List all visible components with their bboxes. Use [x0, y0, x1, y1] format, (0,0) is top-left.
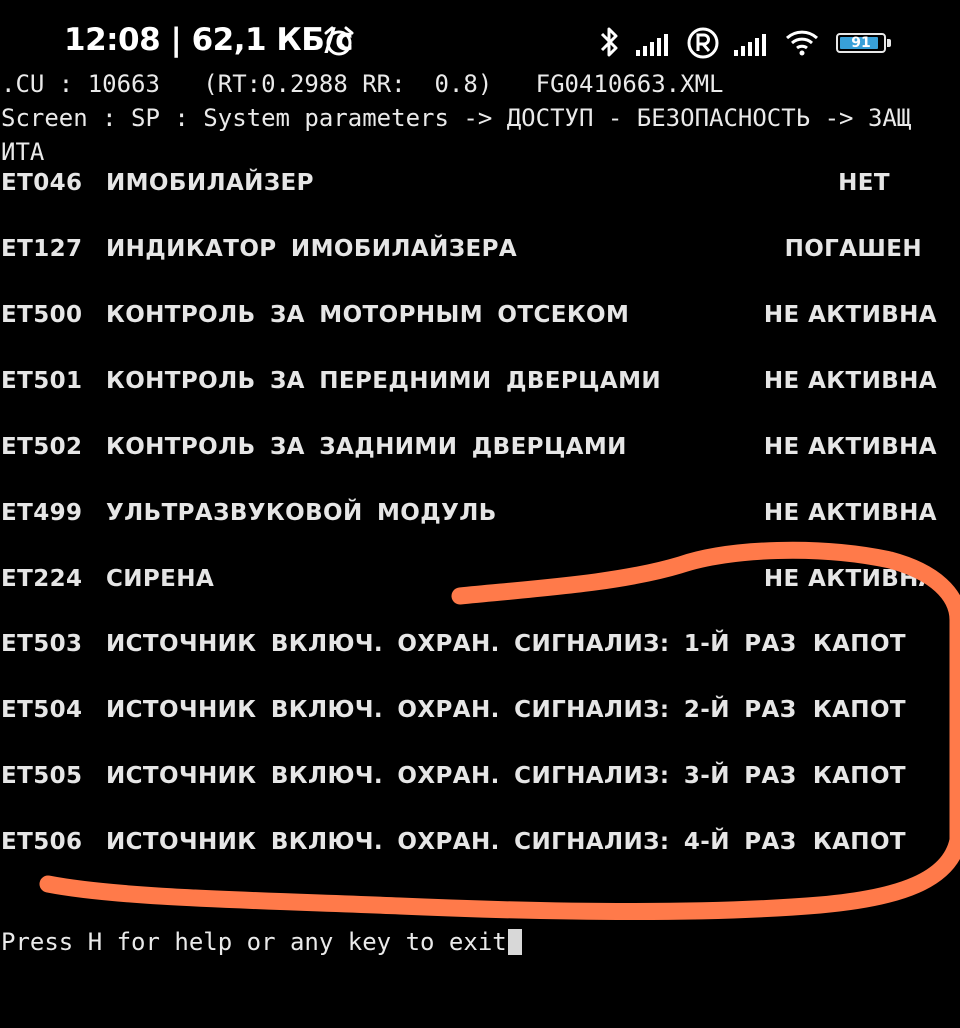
parameter-label: ИНДИКАТОР ИМОБИЛАЙЗЕРА [106, 236, 518, 262]
parameter-code: ET127 [1, 236, 83, 262]
parameter-value: НЕ АКТИВНА [763, 500, 937, 526]
parameter-label: СИРЕНА [106, 566, 215, 592]
parameter-label: КОНТРОЛЬ ЗА ПЕРЕДНИМИ ДВЕРЦАМИ [106, 368, 662, 394]
parameter-row: ET224 СИРЕНА НЕ АКТИВНА [0, 566, 960, 600]
bluetooth-icon [600, 27, 618, 57]
parameter-label: ИСТОЧНИК ВКЛЮЧ. ОХРАН. СИГНАЛИЗ: 4-Й РАЗ [106, 829, 797, 855]
parameter-value: НЕТ [838, 170, 890, 196]
parameter-code: ET506 [1, 829, 83, 855]
parameter-code: ET505 [1, 763, 83, 789]
exit-prompt-text: Press H for help or any key to exit [1, 928, 507, 956]
parameter-code: ET499 [1, 500, 83, 526]
header-screen-line-wrap: ИТА [1, 138, 45, 166]
parameter-value: НЕ АКТИВНА [763, 434, 937, 460]
parameter-row: ET502 КОНТРОЛЬ ЗА ЗАДНИМИ ДВЕРЦАМИ НЕ АК… [0, 434, 960, 468]
parameter-value: ПОГАШЕН [784, 236, 922, 262]
parameter-value: КАПОТ [812, 763, 906, 789]
parameter-code: ET503 [1, 631, 83, 657]
text-cursor [507, 929, 522, 955]
parameter-row: ET506 ИСТОЧНИК ВКЛЮЧ. ОХРАН. СИГНАЛИЗ: 4… [0, 829, 960, 863]
wifi-icon [785, 30, 819, 56]
signal-icon [734, 34, 766, 56]
parameter-label: КОНТРОЛЬ ЗА МОТОРНЫМ ОТСЕКОМ [106, 302, 630, 328]
status-bar: 12:08 | 62,1 КБ/с 91 [0, 0, 960, 72]
battery-tip [887, 39, 891, 47]
parameter-code: ET504 [1, 697, 83, 723]
battery-percent: 91 [851, 35, 871, 51]
parameter-row: ET501 КОНТРОЛЬ ЗА ПЕРЕДНИМИ ДВЕРЦАМИ НЕ … [0, 368, 960, 402]
battery-icon: 91 [836, 33, 886, 53]
parameter-row: ET503 ИСТОЧНИК ВКЛЮЧ. ОХРАН. СИГНАЛИЗ: 1… [0, 631, 960, 665]
header-screen-line: Screen : SP : System parameters -> ДОСТУ… [1, 104, 912, 132]
parameter-code: ET046 [1, 170, 83, 196]
parameter-value: НЕ АКТИВНА [763, 302, 937, 328]
parameter-value: КАПОТ [812, 631, 906, 657]
parameter-label: ИСТОЧНИК ВКЛЮЧ. ОХРАН. СИГНАЛИЗ: 1-Й РАЗ [106, 631, 797, 657]
parameter-label: ИМОБИЛАЙЗЕР [106, 170, 314, 196]
registered-icon [687, 27, 719, 59]
parameter-row: ET505 ИСТОЧНИК ВКЛЮЧ. ОХРАН. СИГНАЛИЗ: 3… [0, 763, 960, 797]
parameter-label: УЛЬТРАЗВУКОВОЙ МОДУЛЬ [106, 500, 497, 526]
parameter-row: ET127 ИНДИКАТОР ИМОБИЛАЙЗЕРА ПОГАШЕН [0, 236, 960, 270]
parameter-code: ET501 [1, 368, 83, 394]
parameter-value: НЕ АКТИВНА [763, 368, 937, 394]
parameter-label: ИСТОЧНИК ВКЛЮЧ. ОХРАН. СИГНАЛИЗ: 3-Й РАЗ [106, 763, 797, 789]
header-cu-line: .CU : 10663 (RT:0.2988 RR: 0.8) FG041066… [1, 70, 724, 98]
parameter-label: ИСТОЧНИК ВКЛЮЧ. ОХРАН. СИГНАЛИЗ: 2-Й РАЗ [106, 697, 797, 723]
signal-icon [636, 34, 668, 56]
parameter-code: ET502 [1, 434, 83, 460]
parameter-row: ET500 КОНТРОЛЬ ЗА МОТОРНЫМ ОТСЕКОМ НЕ АК… [0, 302, 960, 336]
parameter-label: КОНТРОЛЬ ЗА ЗАДНИМИ ДВЕРЦАМИ [106, 434, 627, 460]
parameter-value: НЕ АКТИВНА [763, 566, 937, 592]
alarm-icon [324, 26, 354, 56]
parameter-value: КАПОТ [812, 829, 906, 855]
exit-prompt[interactable]: Press H for help or any key to exit [1, 928, 522, 956]
parameter-value: КАПОТ [812, 697, 906, 723]
parameter-row: ET504 ИСТОЧНИК ВКЛЮЧ. ОХРАН. СИГНАЛИЗ: 2… [0, 697, 960, 731]
status-time: 12:08 | 62,1 КБ/с [64, 22, 354, 58]
parameter-row: ET499 УЛЬТРАЗВУКОВОЙ МОДУЛЬ НЕ АКТИВНА [0, 500, 960, 534]
parameter-code: ET224 [1, 566, 83, 592]
parameter-row: ET046 ИМОБИЛАЙЗЕР НЕТ [0, 170, 960, 204]
parameter-code: ET500 [1, 302, 83, 328]
